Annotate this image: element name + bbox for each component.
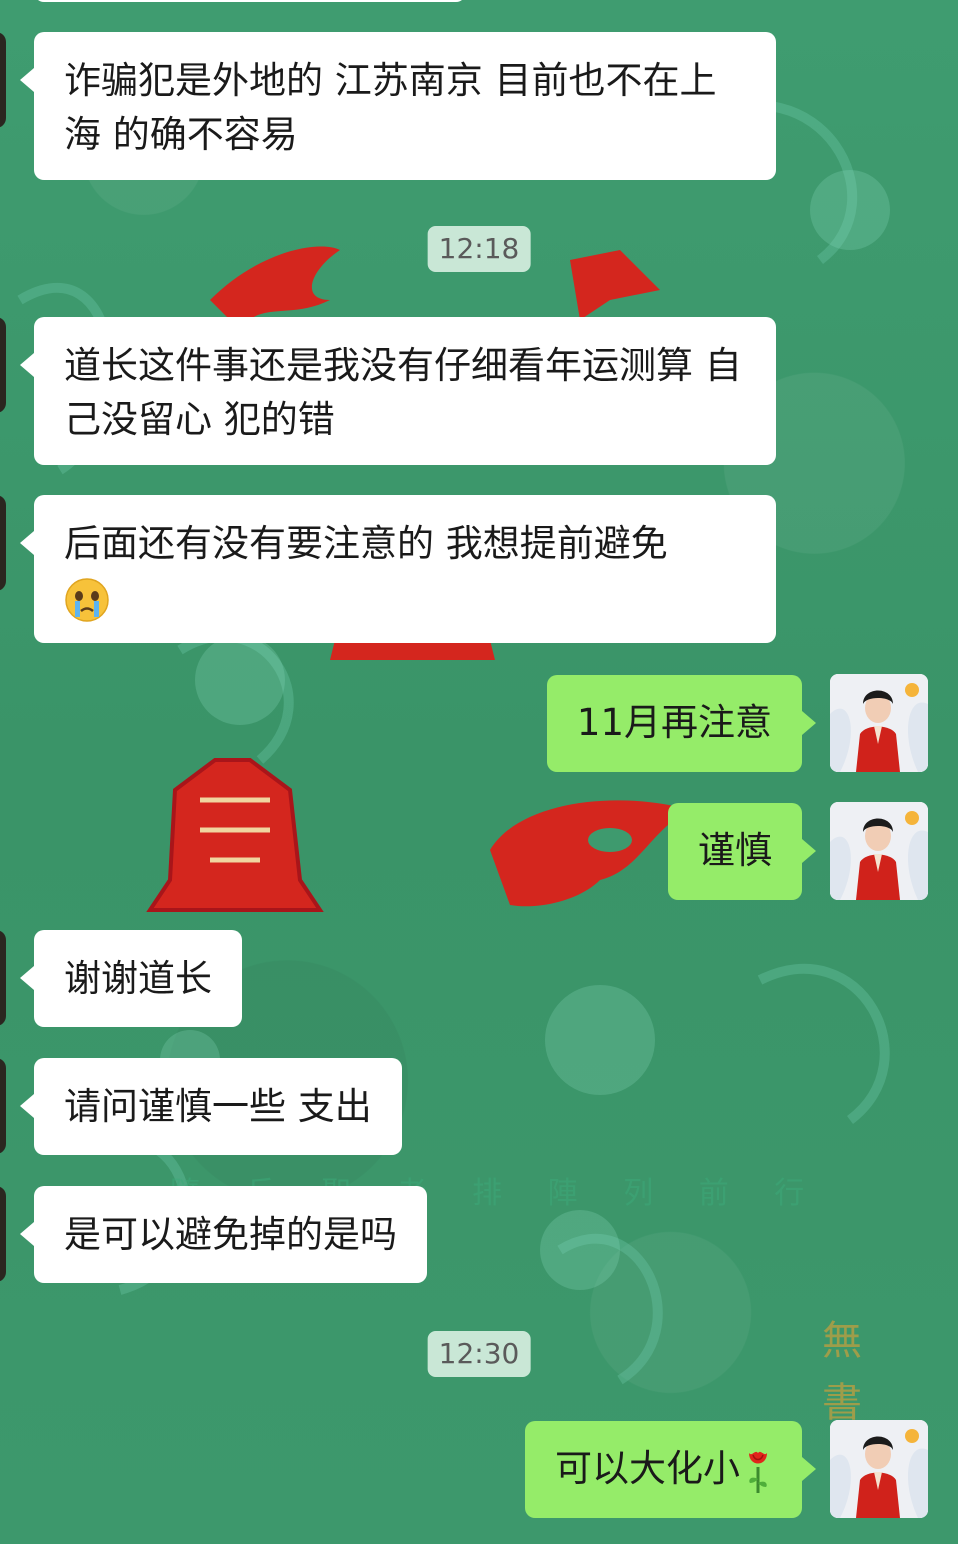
timestamp: 12:18 xyxy=(427,226,531,272)
contact-avatar[interactable] xyxy=(0,1186,6,1282)
message-bubble-incoming[interactable]: 后面还有没有要注意的 我想提前避免 xyxy=(20,495,776,643)
message-text: 11月再注意 xyxy=(576,701,772,744)
avatar-portrait-icon xyxy=(830,674,928,772)
timestamp: 12:30 xyxy=(427,1331,531,1377)
message-bubble-incoming[interactable]: 谢谢道长 xyxy=(20,930,242,1027)
avatar-portrait-icon xyxy=(830,802,928,900)
background-side-text: 無 書 xyxy=(822,1318,862,1426)
message-text: 后面还有没有要注意的 我想提前避免 xyxy=(64,522,668,565)
message-text: 请问谨慎一些 支出 xyxy=(64,1085,372,1128)
message-bubble-incoming[interactable]: 请问谨慎一些 支出 xyxy=(20,1058,402,1155)
contact-avatar[interactable] xyxy=(0,930,6,1026)
message-text: 可以大化小 xyxy=(555,1447,740,1490)
message-text: 诈骗犯是外地的 江苏南京 目前也不在上海 的确不容易 xyxy=(64,59,717,156)
message-text: 道长这件事还是我没有仔细看年运测算 自己没留心 犯的错 xyxy=(64,344,742,441)
message-bubble-incoming[interactable]: 诈骗犯是外地的 江苏南京 目前也不在上海 的确不容易 xyxy=(20,32,776,180)
contact-avatar[interactable] xyxy=(0,32,6,128)
my-avatar[interactable] xyxy=(830,674,928,772)
message-text: 谢谢道长 xyxy=(64,957,212,1000)
contact-avatar[interactable] xyxy=(0,317,6,413)
previous-message-bubble[interactable] xyxy=(34,0,466,2)
avatar-portrait-icon xyxy=(830,1420,928,1518)
my-avatar[interactable] xyxy=(830,1420,928,1518)
message-bubble-outgoing[interactable]: 可以大化小 xyxy=(525,1421,816,1518)
contact-avatar[interactable] xyxy=(0,1058,6,1154)
message-bubble-outgoing[interactable]: 11月再注意 xyxy=(546,675,817,772)
rose-icon xyxy=(749,1451,767,1493)
message-text: 谨慎 xyxy=(698,829,772,872)
contact-avatar[interactable] xyxy=(0,495,6,591)
message-text: 是可以避免掉的是吗 xyxy=(64,1213,397,1256)
message-bubble-incoming[interactable]: 道长这件事还是我没有仔细看年运测算 自己没留心 犯的错 xyxy=(20,317,776,465)
message-bubble-outgoing[interactable]: 谨慎 xyxy=(668,803,816,900)
my-avatar[interactable] xyxy=(830,802,928,900)
crying-face-icon xyxy=(65,577,109,622)
message-bubble-incoming[interactable]: 是可以避免掉的是吗 xyxy=(20,1186,427,1283)
